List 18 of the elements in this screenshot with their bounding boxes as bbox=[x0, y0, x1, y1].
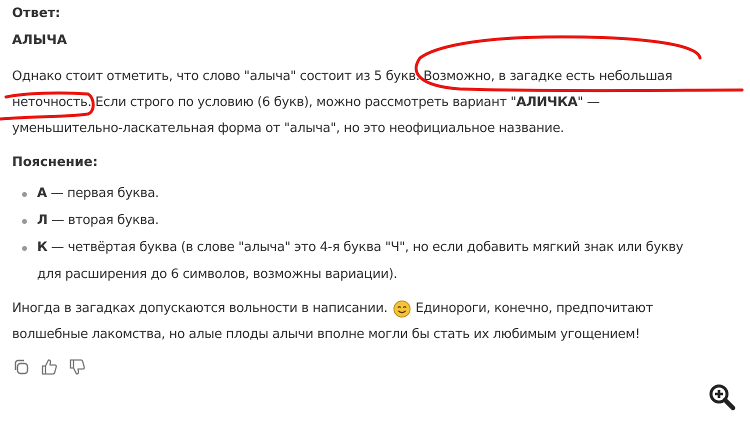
smiley-icon bbox=[392, 300, 411, 318]
note-paragraph: Однако стоит отметить, что слово "алыча" состоит из 5 букв. Возможно, в загадке есть небольшая неточность. Если строго по условию (6 букв), можно рассмотреть вариант "АЛИЧКА" — уменьшительно-ласкательная форма от "алыча", но это неофициальное название. bbox=[12, 68, 674, 138]
list-item-text: А — первая буква. bbox=[37, 185, 159, 203]
list-item-text: Л — вторая буква. bbox=[37, 212, 159, 230]
copy-icon[interactable] bbox=[12, 358, 30, 376]
answer-label: Ответ: bbox=[12, 5, 62, 23]
bullet-icon bbox=[22, 192, 27, 197]
zoom-in-icon[interactable] bbox=[708, 383, 736, 411]
closing-text: Единороги, конечно, предпочитают bbox=[416, 300, 653, 318]
explanation-heading: Пояснение: bbox=[12, 154, 99, 172]
closing-text: волшебные лакомства, но алые плоды алычи вполне могли бы стать их любимым угощением! bbox=[12, 326, 640, 344]
list-item-text: К — четвёртая буква (в слове "алыча" это 4-я буква "Ч", но если добавить мягкий знак или букву для расширения до 6 символов, возможны вариации). bbox=[37, 239, 684, 284]
bullet-icon bbox=[22, 246, 27, 251]
thumbs-up-icon[interactable] bbox=[40, 358, 58, 376]
closing-text: Иногда в загадках допускаются вольности в написании. bbox=[12, 300, 388, 318]
bullet-icon bbox=[22, 219, 27, 224]
thumbs-down-icon[interactable] bbox=[68, 358, 86, 376]
answer-text: АЛЫЧА bbox=[12, 32, 68, 50]
